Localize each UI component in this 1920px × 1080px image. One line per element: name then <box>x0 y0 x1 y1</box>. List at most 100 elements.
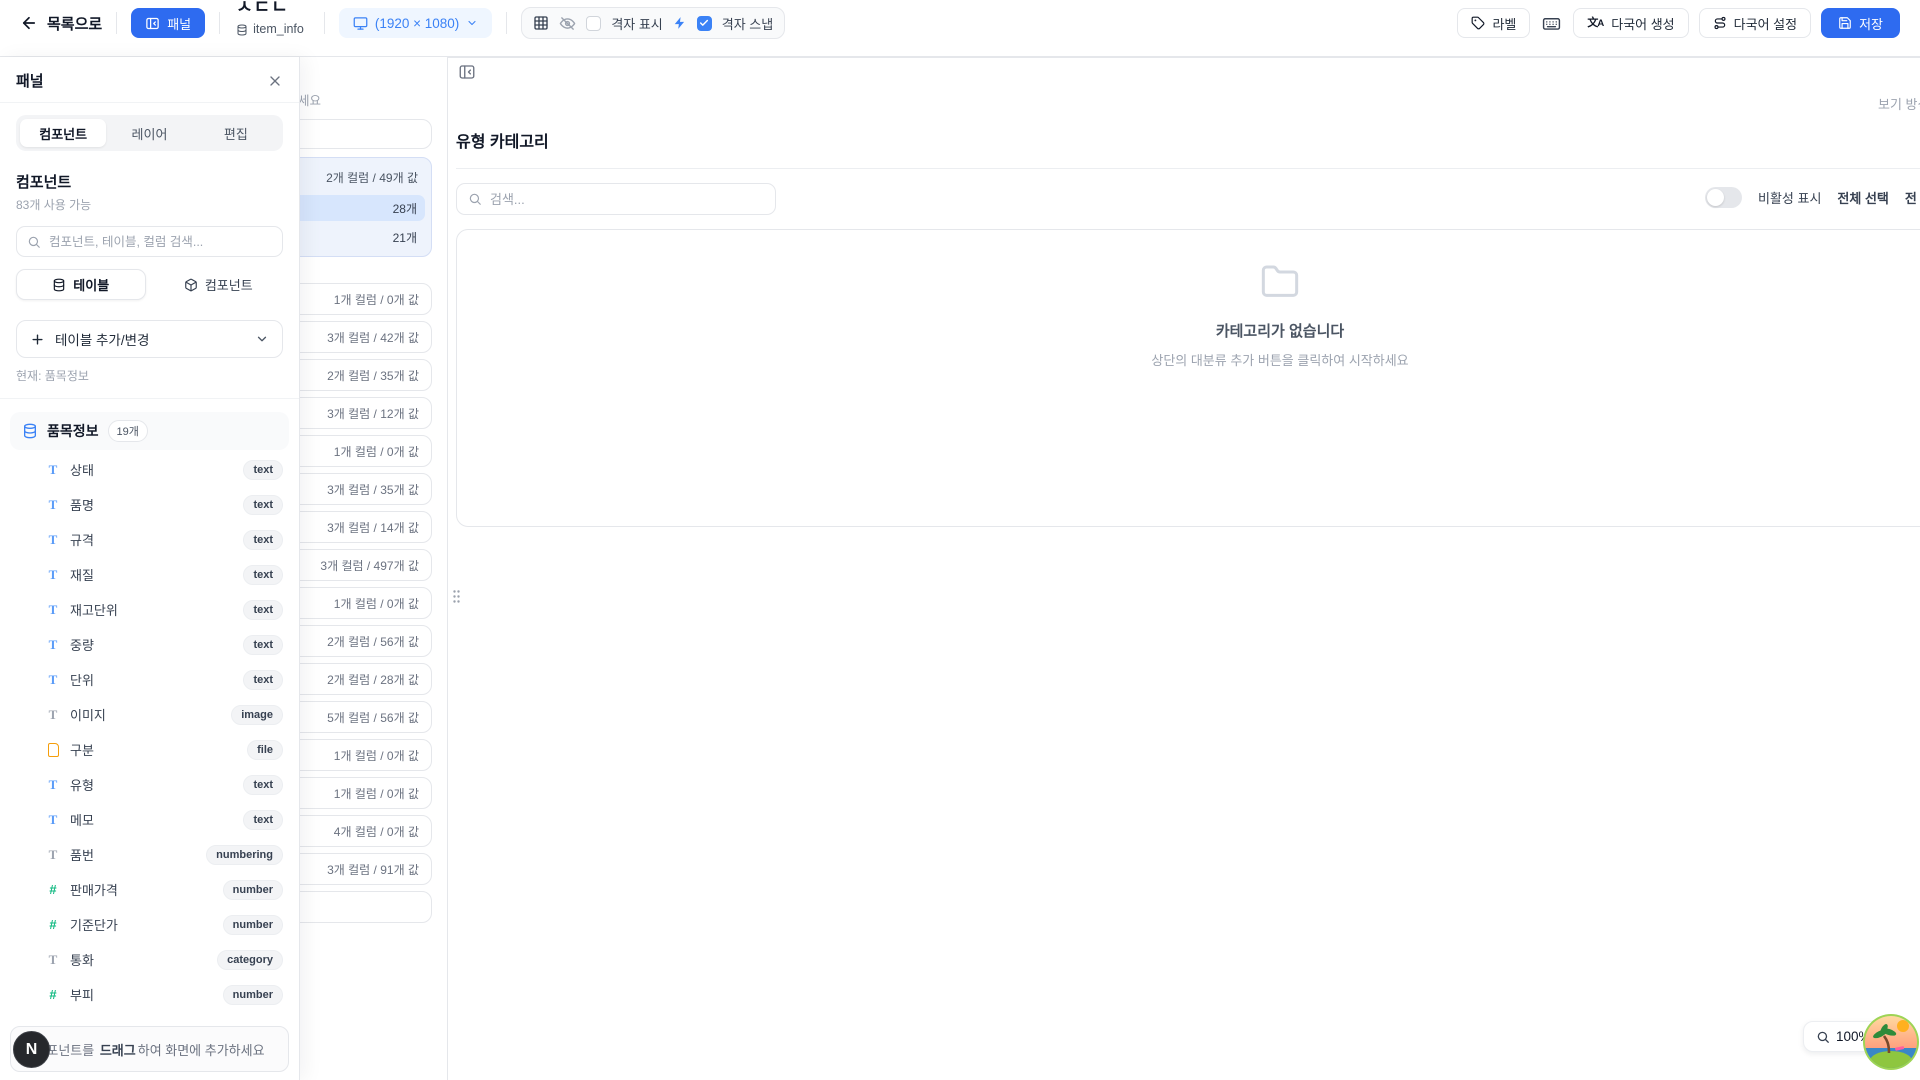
nextjs-dev-badge[interactable]: N <box>13 1031 50 1068</box>
tab-edit[interactable]: 편집 <box>193 119 279 147</box>
field-type-badge: text <box>243 775 283 795</box>
field-type-badge: text <box>243 565 283 585</box>
add-table-label: 테이블 추가/변경 <box>55 329 245 349</box>
field-name: 구분 <box>70 740 237 759</box>
mode-component-label: 컴포넌트 <box>205 275 253 294</box>
field-row[interactable]: T 유형 text <box>0 767 299 802</box>
field-type-badge: category <box>217 950 283 970</box>
table-card-meta: 3개 컬럼 / 14개 값 <box>327 519 419 536</box>
grid-show-checkbox[interactable] <box>586 16 601 31</box>
field-name: 이미지 <box>70 705 221 724</box>
field-type-badge: text <box>243 460 283 480</box>
field-row[interactable]: T 규격 text <box>0 522 299 557</box>
empty-state-container: 카테고리가 없습니다 상단의 대분류 추가 버튼을 클릭하여 시작하세요 <box>456 229 1920 527</box>
field-list: T 상태 text T 품명 text T 규격 text T 재질 text <box>0 452 299 1012</box>
field-row[interactable]: T 이미지 image <box>0 697 299 732</box>
field-type-badge: text <box>243 600 283 620</box>
panel-toggle-label: 패널 <box>167 14 191 33</box>
field-row[interactable]: # 판매가격 number <box>0 872 299 907</box>
plus-icon <box>30 332 45 347</box>
label-button[interactable]: 라벨 <box>1457 8 1530 38</box>
collapse-panel-icon[interactable] <box>458 63 476 81</box>
translate-icon: 文A <box>1587 18 1604 29</box>
field-name: 통화 <box>70 950 207 969</box>
field-row[interactable]: T 중량 text <box>0 627 299 662</box>
field-type-icon: T <box>46 462 60 478</box>
tab-layers[interactable]: 레이어 <box>106 119 192 147</box>
resolution-value: (1920 × 1080) <box>375 16 459 31</box>
panel-toggle-button[interactable]: 패널 <box>131 8 205 38</box>
category-search-input[interactable] <box>490 192 764 207</box>
field-type-badge: text <box>243 810 283 830</box>
mode-table-button[interactable]: 테이블 <box>16 269 146 300</box>
table-field-count-badge: 19개 <box>108 420 148 442</box>
table-card-meta: 2개 컬럼 / 35개 값 <box>327 367 419 384</box>
field-type-badge: text <box>243 670 283 690</box>
empty-state-title: 카테고리가 없습니다 <box>1216 320 1344 341</box>
table-card-meta: 5개 컬럼 / 56개 값 <box>327 709 419 726</box>
table-card-meta: 2개 컬럼 / 28개 값 <box>327 671 419 688</box>
table-card-meta: 3개 컬럼 / 42개 값 <box>327 329 419 346</box>
island-widget-icon[interactable] <box>1862 1013 1920 1071</box>
field-type-icon: T <box>46 847 60 863</box>
panel-resize-handle[interactable] <box>452 589 461 604</box>
field-row[interactable]: T 상태 text <box>0 452 299 487</box>
field-row[interactable]: T 재고단위 text <box>0 592 299 627</box>
i18n-generate-button[interactable]: 文A 다국어 생성 <box>1573 8 1688 38</box>
field-row[interactable]: T 재질 text <box>0 557 299 592</box>
field-name: 기준단가 <box>70 915 213 934</box>
keyboard-icon[interactable] <box>1542 14 1561 33</box>
tab-components[interactable]: 컴포넌트 <box>20 119 106 147</box>
grid-snap-checkbox[interactable] <box>697 16 712 31</box>
grid-snap-label: 격자 스냅 <box>722 14 773 33</box>
table-card-meta: 1개 컬럼 / 0개 값 <box>334 747 419 764</box>
widget-title: 유형 카테고리 <box>456 128 549 152</box>
select-all-button[interactable]: 전체 선택 <box>1837 188 1888 207</box>
field-row[interactable]: # 부피 number <box>0 977 299 1012</box>
field-row[interactable]: T 메모 text <box>0 802 299 837</box>
inactive-toggle[interactable] <box>1705 187 1742 208</box>
field-type-badge: text <box>243 530 283 550</box>
column-count: 21개 <box>393 229 417 246</box>
eye-off-icon[interactable] <box>559 15 576 32</box>
add-table-button[interactable]: 테이블 추가/변경 <box>16 320 283 358</box>
components-available-count: 83개 사용 가능 <box>16 196 283 213</box>
field-row[interactable]: T 품명 text <box>0 487 299 522</box>
panel-search-input[interactable] <box>49 235 272 249</box>
mode-component-button[interactable]: 컴포넌트 <box>154 269 284 300</box>
divider <box>219 12 220 34</box>
save-button[interactable]: 저장 <box>1821 8 1900 38</box>
close-icon[interactable] <box>267 73 283 89</box>
i18n-settings-button[interactable]: 다국어 설정 <box>1699 8 1811 38</box>
grid-icon[interactable] <box>533 15 549 31</box>
panel-tabs: 컴포넌트 레이어 편집 <box>16 115 283 151</box>
field-row[interactable]: T 품번 numbering <box>0 837 299 872</box>
field-name: 메모 <box>70 810 233 829</box>
drag-hint-bold: 드래그 <box>100 1043 136 1058</box>
field-name: 유형 <box>70 775 233 794</box>
table-header-card[interactable]: 품목정보 19개 <box>10 412 289 450</box>
column-count: 28개 <box>393 200 417 217</box>
field-type-icon: # <box>46 987 60 1002</box>
table-card-meta: 1개 컬럼 / 0개 값 <box>334 443 419 460</box>
field-type-badge: number <box>223 880 283 900</box>
divider <box>506 12 507 34</box>
search-icon <box>27 235 41 249</box>
canvas-area: 보기 방식 유형 카테고리 비활성 표시 전체 선택 전 카테고리가 없습니다 … <box>448 57 1920 1080</box>
field-type-icon: T <box>46 567 60 583</box>
field-row[interactable]: # 기준단가 number <box>0 907 299 942</box>
back-to-list-button[interactable]: 목록으로 <box>20 13 102 34</box>
divider <box>456 168 1920 169</box>
table-list-hint: 세요 <box>298 90 321 109</box>
current-table-label: 현재: 품목정보 <box>16 367 283 384</box>
i18n-settings-label: 다국어 설정 <box>1734 14 1797 33</box>
field-row[interactable]: T 통화 category <box>0 942 299 977</box>
clipped-action-button[interactable]: 전 <box>1905 188 1917 207</box>
table-card-meta: 3개 컬럼 / 12개 값 <box>327 405 419 422</box>
field-row[interactable]: T 단위 text <box>0 662 299 697</box>
resolution-select[interactable]: (1920 × 1080) <box>339 8 492 38</box>
field-row[interactable]: 구분 file <box>0 732 299 767</box>
field-type-badge: numbering <box>206 845 283 865</box>
field-type-icon: T <box>46 532 60 548</box>
field-type-icon: T <box>46 602 60 618</box>
